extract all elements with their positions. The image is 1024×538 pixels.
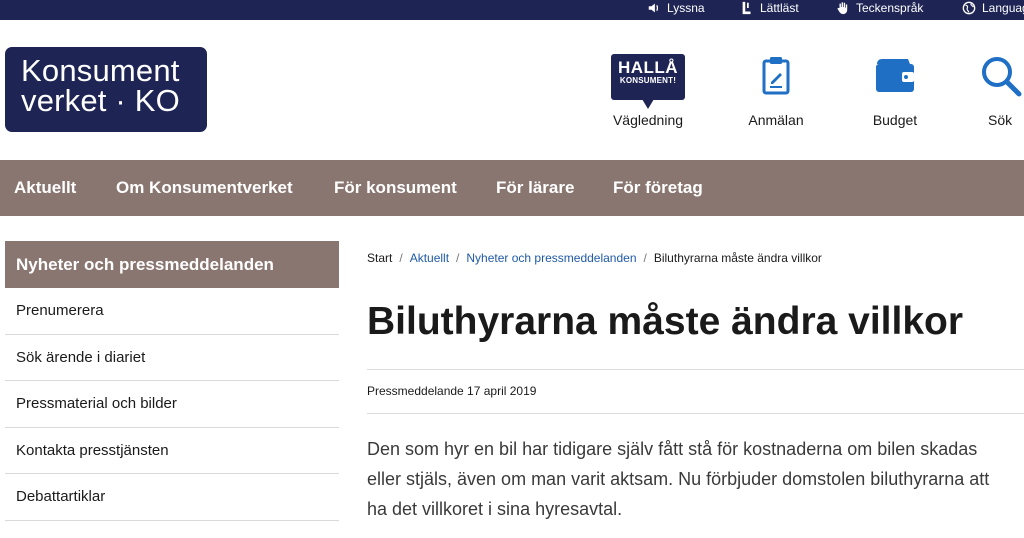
- budget-label: Budget: [872, 112, 918, 128]
- sidebar-heading[interactable]: Nyheter och pressmeddelanden: [5, 241, 339, 288]
- lead-line: ha det villkoret i sina hyresavtal.: [367, 499, 623, 519]
- divider: [367, 413, 1024, 414]
- logo-line-1: Konsument: [21, 53, 180, 88]
- breadcrumb-current: Biluthyrarna måste ändra villkor: [653, 251, 822, 265]
- halla-big-text: HALLÅ: [617, 58, 679, 77]
- sidebar-item-pressmaterial[interactable]: Pressmaterial och bilder: [5, 381, 339, 428]
- clipboard-icon: [762, 57, 790, 95]
- speaker-icon: [648, 3, 659, 13]
- report-label: Anmälan: [748, 112, 804, 128]
- sign-language-link[interactable]: Teckenspråk: [836, 0, 923, 16]
- sign-language-label: Teckenspråk: [856, 1, 924, 15]
- lead-line: eller stjäls, även om man varit aktsam. …: [367, 469, 990, 489]
- article-lead: Den som hyr en bil har tidigare själv få…: [367, 434, 1024, 524]
- sidebar-item-prenumerera[interactable]: Prenumerera: [5, 288, 339, 335]
- wallet-icon: [876, 59, 914, 92]
- main-content: Start / Aktuellt / Nyheter och pressmeddelan…: [367, 241, 1024, 524]
- sidebar-item-kontakta-presstjansten[interactable]: Kontakta presstjänsten: [5, 427, 339, 474]
- report-link[interactable]: Anmälan: [726, 54, 826, 128]
- easy-read-icon: [742, 1, 751, 15]
- listen-label: Lyssna: [667, 1, 705, 15]
- sidebar-item-debattartiklar[interactable]: Debattartiklar: [5, 474, 339, 521]
- guidance-label: Vägledning: [612, 112, 684, 128]
- article-meta: Pressmeddelande 17 april 2019: [367, 384, 537, 398]
- sidebar: Nyheter och pressmeddelanden Prenumerera…: [5, 241, 339, 521]
- nav-item-aktuellt[interactable]: Aktuellt: [14, 160, 76, 216]
- language-label: Language: [982, 1, 1024, 15]
- globe-icon: [962, 1, 976, 15]
- guidance-link[interactable]: HALLÅ KONSUMENT! Vägledning: [598, 54, 698, 128]
- nav-item-for-larare[interactable]: För lärare: [496, 160, 574, 216]
- utility-bar: Lyssna Lättläst Teckenspråk Language: [0, 0, 1024, 20]
- logo-line-2: verket · KO: [21, 83, 180, 118]
- main-navigation: Aktuellt Om Konsumentverket För konsumen…: [0, 160, 1024, 216]
- halla-small-text: KONSUMENT!: [619, 76, 677, 85]
- breadcrumb-start[interactable]: Start: [367, 251, 392, 265]
- lead-line: Den som hyr en bil har tidigare själv få…: [367, 439, 978, 459]
- search-link[interactable]: Sök: [952, 54, 1024, 128]
- listen-link[interactable]: Lyssna: [647, 0, 705, 16]
- breadcrumb-aktuellt[interactable]: Aktuellt: [410, 251, 449, 265]
- site-header: Konsument verket · KO HALLÅ KONSUMENT! V…: [0, 20, 1024, 160]
- nav-item-om-konsumentverket[interactable]: Om Konsumentverket: [116, 160, 293, 216]
- page-title: Biluthyrarna måste ändra villkor: [367, 300, 964, 343]
- easy-read-label: Lättläst: [760, 1, 799, 15]
- breadcrumb-nyheter[interactable]: Nyheter och pressmeddelanden: [466, 251, 636, 265]
- breadcrumb: Start / Aktuellt / Nyheter och pressmeddelan…: [367, 251, 822, 265]
- search-icon: [982, 57, 1022, 97]
- nav-item-for-konsument[interactable]: För konsument: [334, 160, 457, 216]
- site-logo[interactable]: Konsument verket · KO: [5, 47, 207, 132]
- search-label: Sök: [988, 112, 1013, 128]
- easy-read-link[interactable]: Lättläst: [740, 0, 799, 16]
- budget-link[interactable]: Budget: [845, 54, 945, 128]
- language-link[interactable]: Language: [962, 0, 1024, 16]
- halla-konsument-icon: HALLÅ KONSUMENT!: [611, 54, 685, 109]
- nav-item-for-foretag[interactable]: För företag: [613, 160, 703, 216]
- hand-icon: [837, 2, 848, 15]
- sidebar-item-sok-arende[interactable]: Sök ärende i diariet: [5, 334, 339, 381]
